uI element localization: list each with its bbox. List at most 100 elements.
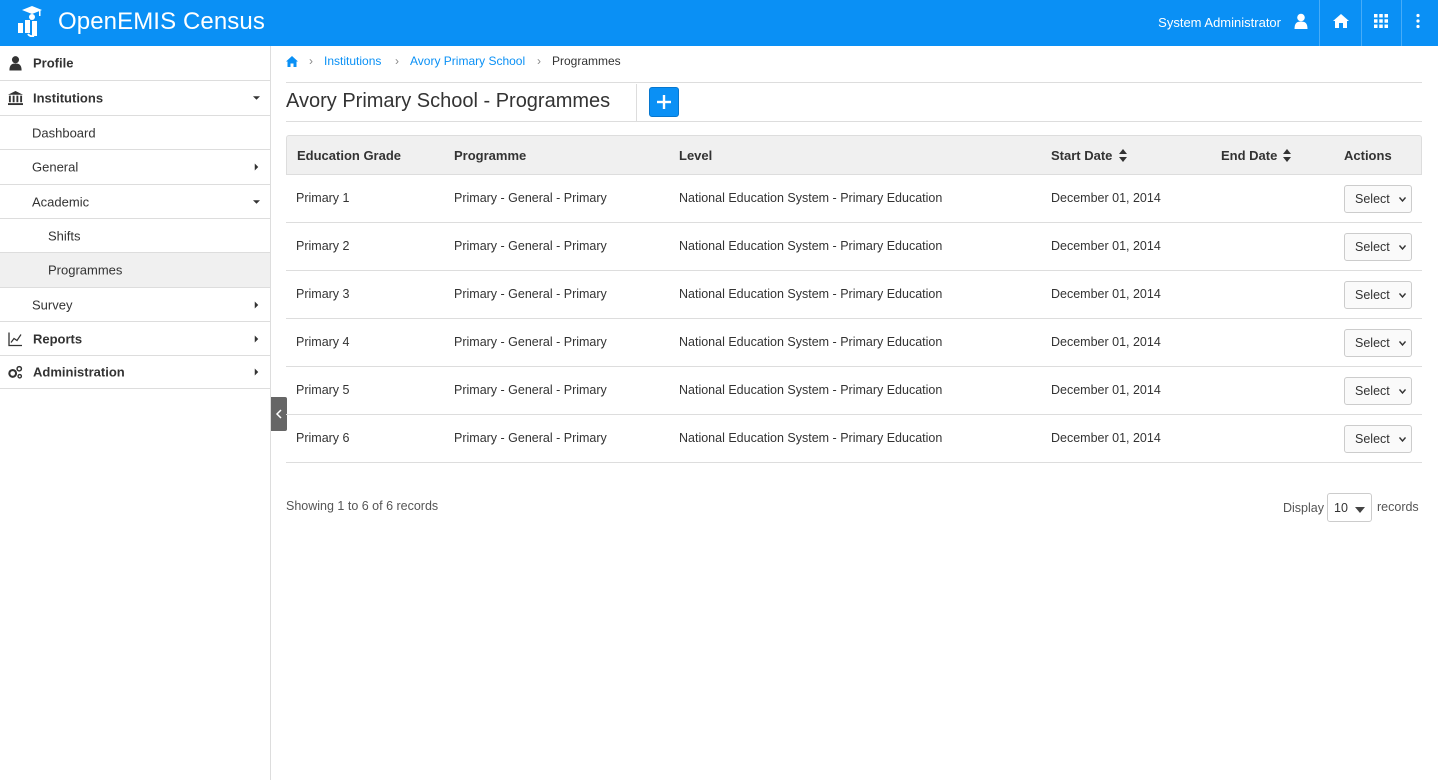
cell-level: National Education System - Primary Educ… — [679, 191, 943, 205]
chevron-left-icon — [275, 409, 282, 419]
sort-icon[interactable] — [1119, 149, 1127, 162]
select-action-button[interactable]: Select — [1344, 281, 1412, 309]
breadcrumb-separator: › — [537, 54, 541, 68]
sidebar-item-label: Administration — [33, 364, 125, 380]
select-action-button[interactable]: Select — [1344, 233, 1412, 261]
user-icon — [9, 56, 22, 71]
table-row: Primary 6 Primary - General - Primary Na… — [286, 415, 1422, 463]
display-label: Display — [1283, 501, 1324, 515]
page-size-value: 10 — [1334, 501, 1348, 515]
sidebar-item-dashboard[interactable]: Dashboard — [0, 116, 270, 150]
caret-right-icon — [254, 368, 259, 376]
sidebar-item-label: Dashboard — [32, 125, 96, 140]
cell-education-grade: Primary 4 — [296, 335, 350, 349]
cell-start-date: December 01, 2014 — [1051, 239, 1161, 253]
sidebar-item-label: Shifts — [48, 228, 81, 243]
cell-start-date: December 01, 2014 — [1051, 431, 1161, 445]
chevron-down-icon — [1399, 293, 1406, 298]
sidebar-collapse-toggle[interactable] — [271, 397, 287, 431]
records-label: records — [1377, 500, 1419, 514]
sidebar-item-label: Profile — [33, 55, 74, 71]
home-icon[interactable] — [1332, 13, 1350, 29]
apps-grid-icon[interactable] — [1374, 14, 1388, 28]
cell-start-date: December 01, 2014 — [1051, 191, 1161, 205]
chevron-down-icon — [1399, 197, 1406, 202]
header-divider — [1401, 0, 1402, 46]
column-header-programme: Programme — [454, 148, 527, 163]
column-header-end-date[interactable]: End Date — [1221, 148, 1277, 163]
sidebar-item-label: Institutions — [33, 90, 104, 106]
records-summary: Showing 1 to 6 of 6 records — [286, 499, 439, 513]
cell-level: National Education System - Primary Educ… — [679, 431, 943, 445]
table-row: Primary 5 Primary - General - Primary Na… — [286, 367, 1422, 415]
cell-level: National Education System - Primary Educ… — [679, 335, 943, 349]
caret-down-icon — [253, 199, 260, 204]
bank-icon — [8, 90, 23, 106]
select-action-button[interactable]: Select — [1344, 329, 1412, 357]
sidebar-item-institutions[interactable]: Institutions — [0, 81, 270, 116]
column-header-education-grade: Education Grade — [297, 148, 402, 163]
select-action-button[interactable]: Select — [1344, 377, 1412, 405]
sidebar-item-administration[interactable]: Administration — [0, 356, 270, 389]
breadcrumb-separator: › — [395, 54, 399, 68]
cell-education-grade: Primary 3 — [296, 287, 350, 301]
sidebar-item-label: Survey — [32, 297, 73, 312]
column-header-actions: Actions — [1344, 148, 1392, 163]
cell-programme: Primary - General - Primary — [454, 191, 607, 205]
cell-education-grade: Primary 6 — [296, 431, 350, 445]
line-chart-icon — [8, 332, 22, 346]
sidebar-item-reports[interactable]: Reports — [0, 322, 270, 356]
add-button[interactable] — [649, 87, 679, 117]
cell-programme: Primary - General - Primary — [454, 383, 607, 397]
breadcrumb-current: Programmes — [552, 54, 621, 68]
select-action-button[interactable]: Select — [1344, 185, 1412, 213]
sidebar-item-label: Reports — [33, 331, 83, 346]
more-vertical-icon[interactable] — [1414, 13, 1422, 29]
sidebar-item-survey[interactable]: Survey — [0, 288, 270, 322]
sidebar-item-programmes[interactable]: Programmes — [0, 253, 270, 288]
select-label: Select — [1355, 288, 1390, 302]
page-size-select[interactable]: 10 — [1327, 493, 1372, 522]
cell-start-date: December 01, 2014 — [1051, 287, 1161, 301]
breadcrumb-link-school[interactable]: Avory Primary School — [410, 54, 525, 68]
home-icon[interactable] — [286, 56, 298, 67]
caret-right-icon — [254, 301, 259, 308]
caret-right-icon — [254, 335, 259, 342]
sidebar-item-profile[interactable]: Profile — [0, 46, 270, 81]
user-name[interactable]: System Administrator — [1158, 15, 1281, 30]
divider — [636, 84, 637, 121]
breadcrumb-link-institutions[interactable]: Institutions — [324, 54, 381, 68]
select-label: Select — [1355, 432, 1390, 446]
app-title[interactable]: OpenEMIS Census — [58, 8, 265, 36]
cell-programme: Primary - General - Primary — [454, 335, 607, 349]
sidebar-item-label: General — [32, 159, 79, 175]
divider — [286, 121, 1422, 122]
header-divider — [1361, 0, 1362, 46]
table-row: Primary 1 Primary - General - Primary Na… — [286, 175, 1422, 223]
column-header-level: Level — [679, 148, 713, 163]
chevron-down-icon — [1399, 389, 1406, 394]
table-row: Primary 3 Primary - General - Primary Na… — [286, 271, 1422, 319]
sidebar-item-general[interactable]: General — [0, 150, 270, 185]
sort-icon[interactable] — [1283, 149, 1291, 162]
sidebar-item-academic[interactable]: Academic — [0, 185, 270, 219]
sidebar-item-label: Programmes — [48, 262, 123, 278]
user-icon[interactable] — [1294, 13, 1308, 29]
top-bar: OpenEMIS Census System Administrator — [0, 0, 1438, 46]
cell-education-grade: Primary 2 — [296, 239, 350, 253]
header-divider — [1319, 0, 1320, 46]
logo-icon[interactable] — [16, 3, 46, 37]
sidebar: Profile Institutions Dashboard General A… — [0, 46, 271, 780]
select-label: Select — [1355, 384, 1390, 398]
select-action-button[interactable]: Select — [1344, 425, 1412, 453]
page-title: Avory Primary School - Programmes — [286, 90, 611, 112]
select-label: Select — [1355, 192, 1390, 206]
table-row: Primary 4 Primary - General - Primary Na… — [286, 319, 1422, 367]
chevron-down-icon — [1399, 245, 1406, 250]
caret-down-icon — [253, 96, 260, 100]
sidebar-item-shifts[interactable]: Shifts — [0, 219, 270, 253]
sidebar-item-label: Academic — [32, 194, 90, 209]
table-row: Primary 2 Primary - General - Primary Na… — [286, 223, 1422, 271]
column-header-start-date[interactable]: Start Date — [1051, 148, 1112, 163]
cell-programme: Primary - General - Primary — [454, 239, 607, 253]
